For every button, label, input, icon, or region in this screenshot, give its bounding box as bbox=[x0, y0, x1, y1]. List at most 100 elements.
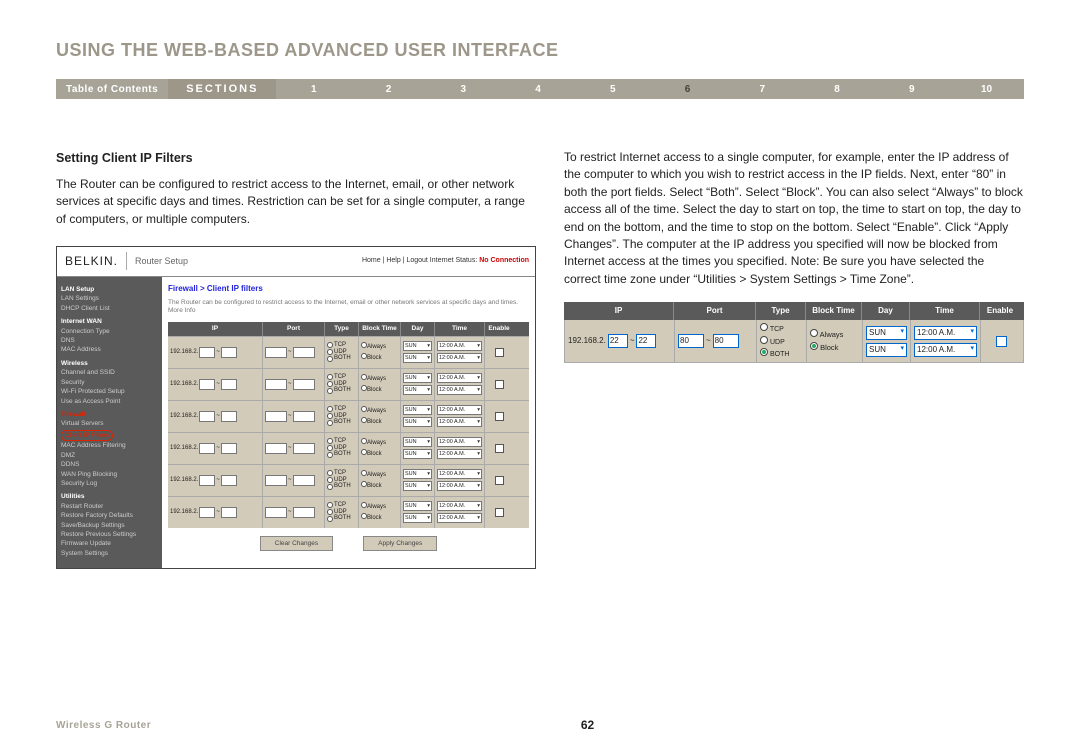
day-start-select[interactable]: SUN▾ bbox=[866, 326, 907, 340]
blocktime-always-radio[interactable]: Always bbox=[361, 502, 398, 511]
section-1[interactable]: 1 bbox=[276, 84, 351, 95]
day-start-select[interactable]: SUN▾ bbox=[403, 373, 432, 383]
section-3[interactable]: 3 bbox=[426, 84, 501, 95]
port-end-input[interactable] bbox=[293, 347, 315, 358]
ip-start-input[interactable] bbox=[199, 507, 215, 518]
type-udp-radio[interactable]: UDP bbox=[327, 413, 356, 420]
section-4[interactable]: 4 bbox=[501, 84, 576, 95]
port-end-input[interactable]: 80 bbox=[713, 334, 739, 348]
ip-end-input[interactable]: 22 bbox=[636, 334, 656, 348]
port-start-input[interactable] bbox=[265, 347, 287, 358]
day-start-select[interactable]: SUN▾ bbox=[403, 469, 432, 479]
enable-checkbox[interactable] bbox=[495, 412, 504, 421]
blocktime-always-radio[interactable]: Always bbox=[361, 374, 398, 383]
day-end-select[interactable]: SUN▾ bbox=[403, 353, 432, 363]
type-tcp-radio[interactable]: TCP bbox=[327, 470, 356, 477]
enable-checkbox[interactable] bbox=[996, 336, 1007, 347]
port-end-input[interactable] bbox=[293, 475, 315, 486]
section-8[interactable]: 8 bbox=[800, 84, 875, 95]
time-end-select[interactable]: 12:00 A.M.▾ bbox=[437, 513, 482, 523]
day-end-select[interactable]: SUN▾ bbox=[403, 513, 432, 523]
type-both-radio[interactable]: BOTH bbox=[327, 419, 356, 426]
ip-start-input[interactable] bbox=[199, 443, 215, 454]
section-7[interactable]: 7 bbox=[725, 84, 800, 95]
time-end-select[interactable]: 12:00 A.M.▾ bbox=[437, 481, 482, 491]
time-start-select[interactable]: 12:00 A.M.▾ bbox=[914, 326, 977, 340]
type-both-radio[interactable]: BOTH bbox=[760, 348, 803, 359]
ip-end-input[interactable] bbox=[221, 347, 237, 358]
port-start-input[interactable] bbox=[265, 507, 287, 518]
time-end-select[interactable]: 12:00 A.M.▾ bbox=[437, 385, 482, 395]
port-start-input[interactable] bbox=[265, 411, 287, 422]
type-udp-radio[interactable]: UDP bbox=[327, 477, 356, 484]
blocktime-block-radio[interactable]: Block bbox=[361, 385, 398, 394]
section-10[interactable]: 10 bbox=[949, 84, 1024, 95]
type-tcp-radio[interactable]: TCP bbox=[760, 323, 803, 334]
blocktime-always-radio[interactable]: Always bbox=[810, 329, 859, 340]
blocktime-block-radio[interactable]: Block bbox=[361, 513, 398, 522]
time-end-select[interactable]: 12:00 A.M.▾ bbox=[914, 343, 977, 357]
ip-start-input[interactable]: 22 bbox=[608, 334, 628, 348]
enable-checkbox[interactable] bbox=[495, 476, 504, 485]
day-end-select[interactable]: SUN▾ bbox=[403, 385, 432, 395]
type-both-radio[interactable]: BOTH bbox=[327, 451, 356, 458]
type-tcp-radio[interactable]: TCP bbox=[327, 374, 356, 381]
blocktime-always-radio[interactable]: Always bbox=[361, 406, 398, 415]
type-udp-radio[interactable]: UDP bbox=[327, 445, 356, 452]
port-start-input[interactable] bbox=[265, 475, 287, 486]
router-side-nav[interactable]: LAN Setup LAN SettingsDHCP Client List I… bbox=[57, 277, 162, 568]
blocktime-always-radio[interactable]: Always bbox=[361, 342, 398, 351]
section-9[interactable]: 9 bbox=[874, 84, 949, 95]
day-end-select[interactable]: SUN▾ bbox=[403, 481, 432, 491]
blocktime-block-radio[interactable]: Block bbox=[361, 417, 398, 426]
type-udp-radio[interactable]: UDP bbox=[760, 336, 803, 347]
port-end-input[interactable] bbox=[293, 443, 315, 454]
port-start-input[interactable] bbox=[265, 379, 287, 390]
day-end-select[interactable]: SUN▾ bbox=[403, 417, 432, 427]
ip-start-input[interactable] bbox=[199, 411, 215, 422]
type-udp-radio[interactable]: UDP bbox=[327, 509, 356, 516]
type-both-radio[interactable]: BOTH bbox=[327, 387, 356, 394]
day-start-select[interactable]: SUN▾ bbox=[403, 501, 432, 511]
section-5[interactable]: 5 bbox=[575, 84, 650, 95]
enable-checkbox[interactable] bbox=[495, 444, 504, 453]
ip-start-input[interactable] bbox=[199, 347, 215, 358]
type-both-radio[interactable]: BOTH bbox=[327, 355, 356, 362]
ip-end-input[interactable] bbox=[221, 379, 237, 390]
time-start-select[interactable]: 12:00 A.M.▾ bbox=[437, 437, 482, 447]
section-6[interactable]: 6 bbox=[650, 84, 725, 95]
day-start-select[interactable]: SUN▾ bbox=[403, 437, 432, 447]
time-end-select[interactable]: 12:00 A.M.▾ bbox=[437, 353, 482, 363]
type-both-radio[interactable]: BOTH bbox=[327, 483, 356, 490]
time-end-select[interactable]: 12:00 A.M.▾ bbox=[437, 449, 482, 459]
type-tcp-radio[interactable]: TCP bbox=[327, 502, 356, 509]
port-end-input[interactable] bbox=[293, 507, 315, 518]
port-end-input[interactable] bbox=[293, 379, 315, 390]
time-start-select[interactable]: 12:00 A.M.▾ bbox=[437, 469, 482, 479]
type-udp-radio[interactable]: UDP bbox=[327, 381, 356, 388]
section-2[interactable]: 2 bbox=[351, 84, 426, 95]
blocktime-block-radio[interactable]: Block bbox=[361, 353, 398, 362]
ip-end-input[interactable] bbox=[221, 443, 237, 454]
enable-checkbox[interactable] bbox=[495, 508, 504, 517]
ip-end-input[interactable] bbox=[221, 411, 237, 422]
day-start-select[interactable]: SUN▾ bbox=[403, 405, 432, 415]
port-end-input[interactable] bbox=[293, 411, 315, 422]
blocktime-block-radio[interactable]: Block bbox=[810, 342, 859, 353]
time-start-select[interactable]: 12:00 A.M.▾ bbox=[437, 341, 482, 351]
time-start-select[interactable]: 12:00 A.M.▾ bbox=[437, 405, 482, 415]
blocktime-always-radio[interactable]: Always bbox=[361, 470, 398, 479]
time-start-select[interactable]: 12:00 A.M.▾ bbox=[437, 373, 482, 383]
type-both-radio[interactable]: BOTH bbox=[327, 515, 356, 522]
toc-link[interactable]: Table of Contents bbox=[56, 84, 168, 95]
clear-changes-button[interactable]: Clear Changes bbox=[260, 536, 333, 552]
type-tcp-radio[interactable]: TCP bbox=[327, 406, 356, 413]
type-udp-radio[interactable]: UDP bbox=[327, 349, 356, 356]
ip-end-input[interactable] bbox=[221, 475, 237, 486]
port-start-input[interactable]: 80 bbox=[678, 334, 704, 348]
day-end-select[interactable]: SUN▾ bbox=[866, 343, 907, 357]
port-start-input[interactable] bbox=[265, 443, 287, 454]
day-start-select[interactable]: SUN▾ bbox=[403, 341, 432, 351]
enable-checkbox[interactable] bbox=[495, 348, 504, 357]
ip-end-input[interactable] bbox=[221, 507, 237, 518]
